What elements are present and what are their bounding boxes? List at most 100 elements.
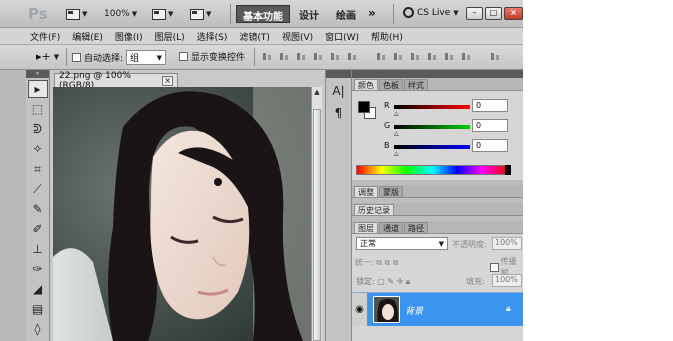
- marquee-tool-icon[interactable]: ⬚: [28, 100, 48, 118]
- green-slider[interactable]: [394, 125, 470, 129]
- lock-controls: 锁定: ▢ ✎ ✛ 🔒︎: [356, 277, 411, 286]
- align-distribute-group: [262, 51, 501, 62]
- tool-preset-picker[interactable]: ▸+ ▼: [36, 50, 59, 63]
- align-left-icon[interactable]: [313, 51, 324, 62]
- gradient-tool-icon[interactable]: ▤: [28, 300, 48, 318]
- opacity-label: 不透明度:: [452, 240, 487, 249]
- eraser-tool-icon[interactable]: ◢: [28, 280, 48, 298]
- tab-masks[interactable]: 蒙版: [379, 186, 403, 197]
- tab-styles[interactable]: 样式: [404, 79, 428, 90]
- scroll-thumb[interactable]: [313, 109, 321, 341]
- document-vertical-scrollbar[interactable]: ▲: [311, 87, 322, 341]
- spectrum-black-swatch[interactable]: [505, 165, 511, 175]
- tab-history[interactable]: 历史记录: [354, 204, 394, 215]
- healing-brush-tool-icon[interactable]: ✎: [28, 200, 48, 218]
- quick-select-tool-icon[interactable]: ✧: [28, 140, 48, 158]
- show-transform-checkbox[interactable]: [179, 52, 188, 61]
- paragraph-panel-icon[interactable]: ¶: [329, 104, 349, 122]
- menu-file[interactable]: 文件(F): [30, 30, 60, 43]
- tab-layers[interactable]: 图层: [354, 222, 378, 233]
- workspace-essentials-button[interactable]: 基本功能: [236, 5, 290, 23]
- left-gutter: [0, 70, 26, 341]
- tab-adjustments[interactable]: 调整: [354, 186, 378, 197]
- auto-select-checkbox[interactable]: [72, 53, 81, 62]
- menu-filter[interactable]: 滤镜(T): [239, 30, 270, 43]
- blue-value-input[interactable]: 0: [472, 139, 508, 152]
- foreground-color-swatch[interactable]: [358, 101, 370, 113]
- document-canvas[interactable]: [53, 87, 311, 341]
- brush-tool-icon[interactable]: ✐: [28, 220, 48, 238]
- color-panel-tabs: 颜色 色板 样式: [352, 78, 523, 91]
- green-value-input[interactable]: 0: [472, 119, 508, 132]
- menu-window[interactable]: 窗口(W): [325, 30, 359, 43]
- maximize-button[interactable]: □: [485, 7, 502, 20]
- align-top-icon[interactable]: [262, 51, 273, 62]
- tab-color[interactable]: 颜色: [354, 79, 378, 90]
- menu-image[interactable]: 图像(I): [115, 30, 143, 43]
- history-brush-tool-icon[interactable]: ✑: [28, 260, 48, 278]
- blue-slider-knob[interactable]: △: [394, 150, 399, 157]
- screen-mode-icon: [190, 8, 204, 20]
- green-slider-knob[interactable]: △: [394, 130, 399, 137]
- character-panel-icon[interactable]: A|: [329, 82, 349, 100]
- distribute-left-icon[interactable]: [427, 51, 438, 62]
- tab-paths[interactable]: 路径: [404, 222, 428, 233]
- cs-live-button[interactable]: CS Live ▼: [403, 7, 459, 18]
- auto-select-option: 自动选择: 组 ▼: [72, 50, 167, 65]
- tab-swatches[interactable]: 色板: [379, 79, 403, 90]
- red-value-input[interactable]: 0: [472, 99, 508, 112]
- menu-select[interactable]: 选择(S): [197, 30, 228, 43]
- separator: [230, 4, 231, 24]
- red-slider[interactable]: [394, 105, 470, 109]
- more-workspaces-chevron[interactable]: »: [368, 6, 376, 20]
- lasso-tool-icon[interactable]: ᕲ: [28, 120, 48, 138]
- opacity-input[interactable]: 100%: [492, 237, 522, 250]
- minimize-button[interactable]: –: [466, 7, 483, 20]
- align-vcenter-icon[interactable]: [279, 51, 290, 62]
- move-tool-icon[interactable]: ▸: [27, 80, 48, 98]
- blur-tool-icon[interactable]: ◊: [28, 320, 48, 338]
- ps-logo: Ps: [28, 5, 48, 23]
- menu-view[interactable]: 视图(V): [282, 30, 313, 43]
- launch-bridge-button[interactable]: ▼: [66, 6, 87, 22]
- distribute-right-icon[interactable]: [461, 51, 472, 62]
- bridge-icon: [66, 8, 80, 20]
- close-document-icon[interactable]: ×: [162, 75, 173, 86]
- propagate-checkbox[interactable]: [490, 262, 499, 272]
- cs-live-icon: [403, 7, 414, 18]
- document-tab[interactable]: 22.png @ 100%(RGB/8) ×: [54, 71, 178, 91]
- distribute-top-icon[interactable]: [376, 51, 387, 62]
- tab-channels[interactable]: 通道: [379, 222, 403, 233]
- clone-stamp-tool-icon[interactable]: ⊥: [28, 240, 48, 258]
- align-bottom-icon[interactable]: [296, 51, 307, 62]
- align-hcenter-icon[interactable]: [330, 51, 341, 62]
- layers-panel-tabs: 图层 通道 路径: [352, 221, 523, 234]
- eyedropper-tool-icon[interactable]: ⟋: [28, 180, 48, 198]
- menu-help[interactable]: 帮助(H): [371, 30, 403, 43]
- close-button[interactable]: ×: [504, 7, 523, 20]
- auto-select-label: 自动选择:: [84, 54, 124, 64]
- crop-tool-icon[interactable]: ⌗: [28, 160, 48, 178]
- distribute-bottom-icon[interactable]: [410, 51, 421, 62]
- distribute-hcenter-icon[interactable]: [444, 51, 455, 62]
- arrange-documents-button[interactable]: ▼: [152, 6, 173, 22]
- auto-select-dropdown[interactable]: 组 ▼: [126, 50, 167, 65]
- fill-input[interactable]: 100%: [492, 274, 522, 287]
- layer-row-background[interactable]: ◉ 背景 🔒︎: [352, 292, 523, 326]
- scroll-up-arrow-icon[interactable]: ▲: [312, 87, 322, 97]
- screen-mode-button[interactable]: ▼: [190, 6, 211, 22]
- red-slider-knob[interactable]: △: [394, 110, 399, 117]
- menu-edit[interactable]: 编辑(E): [72, 30, 103, 43]
- blend-mode-dropdown[interactable]: 正常 ▼: [356, 237, 448, 250]
- align-right-icon[interactable]: [347, 51, 358, 62]
- distribute-vcenter-icon[interactable]: [393, 51, 404, 62]
- workspace-painting-button[interactable]: 绘画: [330, 5, 362, 23]
- eye-icon[interactable]: ◉: [352, 293, 368, 326]
- workspace-design-button[interactable]: 设计: [293, 5, 325, 23]
- color-spectrum-bar[interactable]: [356, 165, 508, 175]
- blue-slider-row: B △ 0: [384, 139, 514, 157]
- auto-align-icon[interactable]: [490, 51, 501, 62]
- blue-slider[interactable]: [394, 145, 470, 149]
- zoom-level-dropdown[interactable]: 100% ▼: [104, 6, 137, 22]
- menu-layer[interactable]: 图层(L): [155, 30, 185, 43]
